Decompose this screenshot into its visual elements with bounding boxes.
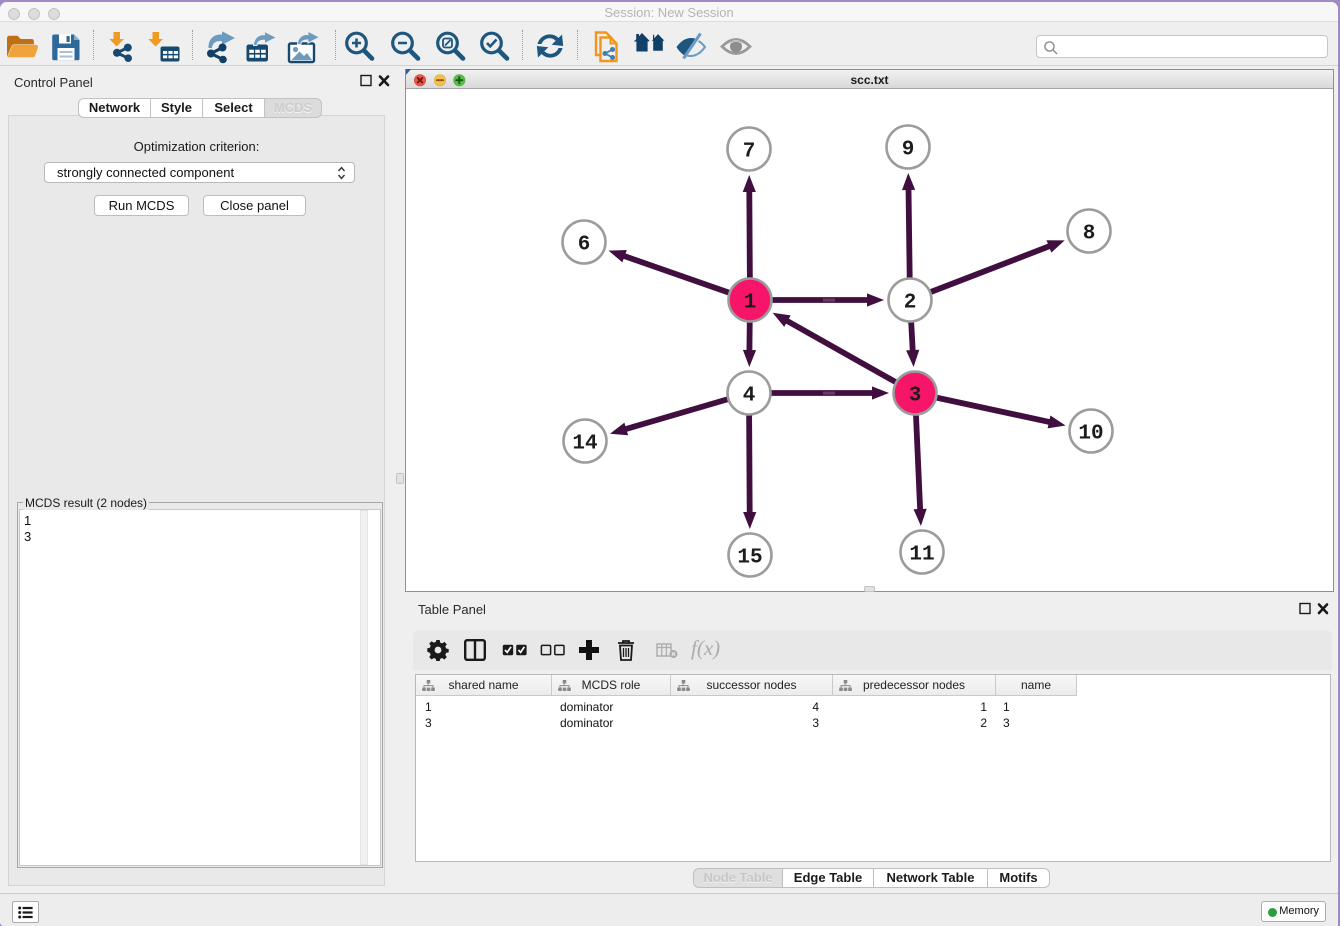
svg-text:9: 9 (902, 139, 915, 162)
svg-text:15: 15 (737, 547, 762, 570)
svg-text:6: 6 (578, 234, 591, 257)
svg-text:2: 2 (904, 292, 917, 315)
svg-text:10: 10 (1078, 423, 1103, 446)
svg-text:3: 3 (909, 385, 922, 408)
svg-text:11: 11 (909, 544, 934, 567)
svg-text:4: 4 (743, 385, 756, 408)
svg-text:1: 1 (744, 292, 757, 315)
svg-text:7: 7 (743, 141, 756, 164)
svg-text:8: 8 (1083, 223, 1096, 246)
svg-text:14: 14 (572, 433, 597, 456)
